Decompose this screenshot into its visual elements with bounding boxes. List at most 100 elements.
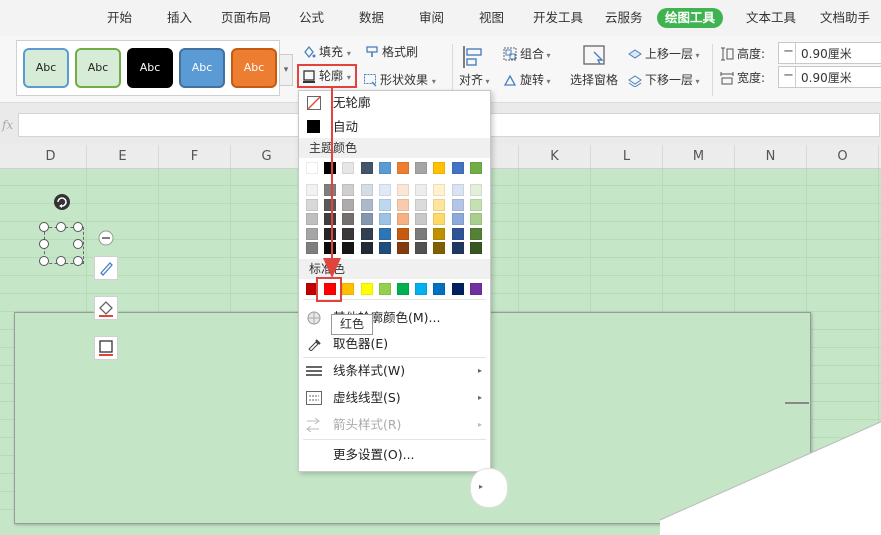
tab-cloud[interactable]: 云服务	[605, 8, 643, 28]
group-button[interactable]: 组合 ▾	[503, 44, 551, 64]
theme-shade-swatch[interactable]	[415, 184, 428, 196]
theme-shade-swatch[interactable]	[451, 213, 464, 225]
format-painter-button[interactable]: 格式刷	[365, 42, 418, 62]
column-header-e[interactable]: E	[87, 145, 159, 168]
style-preset-4[interactable]: Abc	[179, 48, 225, 88]
height-decrement-button[interactable]: −	[783, 44, 794, 59]
standard-color-swatch[interactable]	[469, 283, 482, 295]
theme-shade-swatch[interactable]	[433, 198, 446, 211]
theme-shade-swatch[interactable]	[451, 198, 464, 211]
outline-tool-button[interactable]	[94, 336, 118, 360]
resize-handle[interactable]	[39, 222, 49, 232]
theme-color-swatch[interactable]	[415, 162, 428, 174]
height-input[interactable]: 0.90厘米	[801, 45, 852, 62]
theme-shade-swatch[interactable]	[378, 213, 391, 225]
theme-shade-swatch[interactable]	[360, 198, 373, 211]
theme-color-swatch[interactable]	[378, 162, 391, 174]
column-header-o[interactable]: O	[807, 145, 879, 168]
column-header-m[interactable]: M	[663, 145, 735, 168]
standard-color-swatch[interactable]	[415, 283, 428, 295]
theme-color-swatch[interactable]	[397, 162, 409, 174]
theme-shade-swatch[interactable]	[451, 184, 464, 196]
width-spinner[interactable]: − 0.90厘米	[778, 66, 881, 88]
collapse-icon[interactable]	[98, 230, 114, 246]
tab-home[interactable]: 开始	[107, 8, 132, 28]
selection-pane-icon[interactable]	[582, 44, 612, 70]
theme-shade-swatch[interactable]	[397, 227, 409, 240]
theme-shade-swatch[interactable]	[306, 198, 318, 211]
theme-color-swatch[interactable]	[306, 162, 318, 174]
theme-shade-swatch[interactable]	[360, 213, 373, 225]
other-outline-colors-item[interactable]: 其他轮廓颜色(M)...	[299, 306, 490, 330]
tab-text-tools[interactable]: 文本工具	[746, 8, 796, 28]
shape-effects-button[interactable]: 形状效果 ▾	[363, 70, 436, 90]
resize-handle[interactable]	[56, 222, 66, 232]
theme-shade-swatch[interactable]	[397, 242, 409, 254]
column-header-n[interactable]: N	[735, 145, 807, 168]
column-header-f[interactable]: F	[159, 145, 231, 168]
theme-shade-swatch[interactable]	[433, 184, 446, 196]
theme-shade-swatch[interactable]	[397, 213, 409, 225]
standard-color-swatch[interactable]	[360, 283, 373, 295]
theme-shade-swatch[interactable]	[415, 242, 428, 254]
theme-shade-swatch[interactable]	[397, 198, 409, 211]
theme-color-swatch[interactable]	[360, 162, 373, 174]
style-preset-5[interactable]: Abc	[231, 48, 277, 88]
selection-pane-button[interactable]: 选择窗格	[570, 70, 618, 90]
line-style-item[interactable]: 线条样式(W) ▸	[299, 359, 490, 383]
resize-handle[interactable]	[56, 256, 66, 266]
theme-shade-swatch[interactable]	[306, 184, 318, 196]
resize-handle[interactable]	[73, 256, 83, 266]
standard-color-swatch[interactable]	[433, 283, 446, 295]
theme-color-swatch[interactable]	[451, 162, 464, 174]
standard-color-swatch[interactable]	[397, 283, 409, 295]
tab-drawing-tools[interactable]: 绘图工具	[657, 8, 724, 28]
theme-color-swatch[interactable]	[469, 162, 482, 174]
style-preset-1[interactable]: Abc	[23, 48, 69, 88]
theme-shade-swatch[interactable]	[469, 242, 482, 254]
theme-shade-swatch[interactable]	[306, 213, 318, 225]
theme-shade-swatch[interactable]	[415, 198, 428, 211]
scroll-nub[interactable]: ▸	[470, 468, 508, 508]
send-backward-button[interactable]: 下移一层 ▾	[628, 70, 700, 90]
tab-review[interactable]: 审阅	[419, 8, 444, 28]
bring-forward-button[interactable]: 上移一层 ▾	[628, 44, 700, 64]
tab-developer[interactable]: 开发工具	[533, 8, 583, 28]
theme-color-swatch[interactable]	[433, 162, 446, 174]
more-settings-item[interactable]: 更多设置(O)...	[299, 443, 490, 467]
theme-shade-swatch[interactable]	[469, 213, 482, 225]
theme-shade-swatch[interactable]	[306, 227, 318, 240]
tab-view[interactable]: 视图	[479, 8, 504, 28]
theme-shade-swatch[interactable]	[451, 227, 464, 240]
theme-shade-swatch[interactable]	[415, 213, 428, 225]
theme-shade-swatch[interactable]	[378, 184, 391, 196]
theme-shade-swatch[interactable]	[378, 227, 391, 240]
eyedropper-item[interactable]: 取色器(E)	[299, 332, 490, 356]
theme-shade-swatch[interactable]	[415, 227, 428, 240]
style-preset-3[interactable]: Abc	[127, 48, 173, 88]
theme-shade-swatch[interactable]	[469, 198, 482, 211]
align-button[interactable]: 对齐 ▾	[459, 70, 490, 90]
tab-formulas[interactable]: 公式	[299, 8, 324, 28]
tab-insert[interactable]: 插入	[167, 8, 192, 28]
tab-doc-assistant[interactable]: 文档助手	[820, 8, 870, 28]
theme-shade-swatch[interactable]	[469, 184, 482, 196]
style-preset-2[interactable]: Abc	[75, 48, 121, 88]
theme-shade-swatch[interactable]	[397, 184, 409, 196]
theme-shade-swatch[interactable]	[378, 198, 391, 211]
gallery-more-button[interactable]: ▾	[279, 54, 293, 86]
theme-shade-swatch[interactable]	[378, 242, 391, 254]
theme-shade-swatch[interactable]	[433, 242, 446, 254]
height-spinner[interactable]: − 0.90厘米	[778, 42, 881, 64]
rotate-handle-icon[interactable]	[50, 190, 74, 214]
theme-shade-swatch[interactable]	[469, 227, 482, 240]
column-header-k[interactable]: K	[519, 145, 591, 168]
rotate-button[interactable]: 旋转 ▾	[503, 70, 551, 90]
theme-shade-swatch[interactable]	[433, 213, 446, 225]
resize-handle[interactable]	[39, 239, 49, 249]
width-input[interactable]: 0.90厘米	[801, 69, 852, 86]
theme-shade-swatch[interactable]	[360, 227, 373, 240]
theme-shade-swatch[interactable]	[360, 184, 373, 196]
theme-shade-swatch[interactable]	[306, 242, 318, 254]
theme-shade-swatch[interactable]	[360, 242, 373, 254]
